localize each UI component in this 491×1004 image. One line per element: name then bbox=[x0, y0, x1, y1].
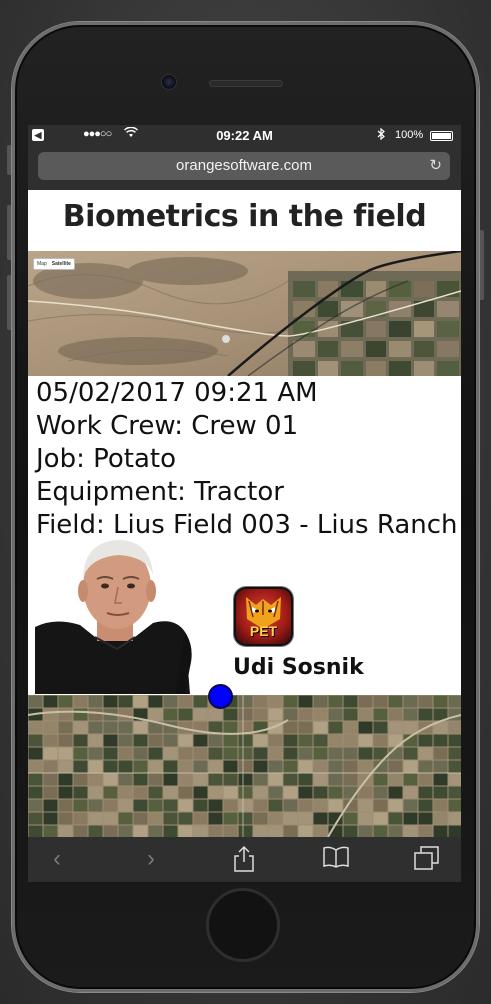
share-icon[interactable] bbox=[229, 845, 259, 873]
page-title: Biometrics in the field bbox=[62, 199, 427, 234]
url-text: orangesoftware.com bbox=[176, 157, 312, 174]
satellite-map-bottom[interactable] bbox=[28, 695, 461, 837]
pet-app-icon[interactable]: PET bbox=[234, 587, 293, 646]
equipment-line: Equipment: Tractor bbox=[36, 477, 284, 507]
battery-icon bbox=[430, 131, 453, 141]
power-button bbox=[479, 230, 484, 300]
satellite-map-top[interactable]: Map Satellite bbox=[28, 251, 461, 376]
record-details: 05/02/2017 09:21 AM Work Crew: Crew 01 J… bbox=[36, 377, 461, 542]
pet-label: PET bbox=[249, 623, 278, 639]
background: ◀ ●●●○○ 09:22 AM 100% orangesoftware.com… bbox=[0, 0, 491, 1004]
bluetooth-icon bbox=[377, 127, 385, 143]
bookmarks-icon[interactable] bbox=[321, 845, 351, 873]
map-image-bottom bbox=[28, 695, 461, 837]
reload-icon[interactable]: ↻ bbox=[429, 152, 442, 180]
location-pin[interactable] bbox=[208, 684, 233, 709]
status-bar: ◀ ●●●○○ 09:22 AM 100% bbox=[28, 125, 461, 146]
map-type-map[interactable]: Map bbox=[37, 261, 47, 267]
job-line: Job: Potato bbox=[36, 444, 176, 474]
back-icon[interactable]: ‹ bbox=[42, 845, 72, 873]
tabs-icon[interactable] bbox=[412, 845, 442, 873]
screen: ◀ ●●●○○ 09:22 AM 100% orangesoftware.com… bbox=[28, 125, 461, 882]
url-bar[interactable]: orangesoftware.com ↻ bbox=[38, 152, 450, 180]
browser-toolbar: ‹ › bbox=[28, 837, 461, 882]
forward-icon[interactable]: › bbox=[136, 845, 166, 873]
map-image-top bbox=[28, 251, 461, 376]
browser-chrome: orangesoftware.com ↻ bbox=[28, 146, 461, 190]
map-type-toggle[interactable]: Map Satellite bbox=[33, 258, 75, 270]
map-type-satellite[interactable]: Satellite bbox=[52, 261, 71, 267]
timestamp-line: 05/02/2017 09:21 AM bbox=[36, 378, 318, 408]
person-name: Udi Sosnik bbox=[233, 655, 364, 680]
earpiece-speaker bbox=[209, 80, 283, 87]
battery-percent: 100% bbox=[395, 129, 424, 141]
front-camera bbox=[161, 74, 177, 90]
person-photo bbox=[35, 537, 195, 694]
work-crew-line: Work Crew: Crew 01 bbox=[36, 411, 299, 441]
home-button[interactable] bbox=[206, 888, 280, 962]
